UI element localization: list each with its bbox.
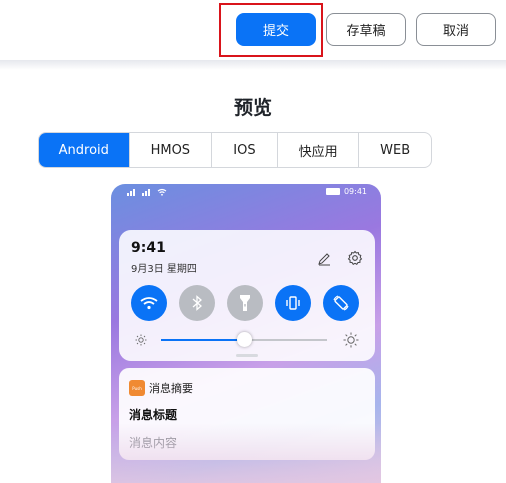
tab-hmos[interactable]: HMOS xyxy=(128,133,212,167)
gear-icon[interactable] xyxy=(347,250,363,266)
push-app-icon-text: Push xyxy=(132,385,142,391)
preview-title: 预览 xyxy=(233,97,272,119)
brightness-fill xyxy=(161,339,244,341)
quick-settings-panel: 9:41 9月3日 星期四 xyxy=(119,230,375,361)
push-app-icon: Push xyxy=(129,380,145,396)
save-draft-button[interactable]: 存草稿 xyxy=(326,13,406,46)
notification-app-name: 消息摘要 xyxy=(149,382,193,395)
qs-date: 9月3日 星期四 xyxy=(131,264,197,275)
cancel-button[interactable]: 取消 xyxy=(416,13,496,46)
notification-title: 消息标题 xyxy=(129,408,178,422)
toolbar-shadow xyxy=(0,60,506,70)
status-time: 09:41 xyxy=(343,187,367,196)
status-bar: 09:41 xyxy=(111,184,381,202)
signal-icon xyxy=(127,189,135,196)
wifi-toggle[interactable] xyxy=(131,285,167,321)
brightness-slider[interactable] xyxy=(131,332,363,348)
tab-web[interactable]: WEB xyxy=(358,133,431,167)
edit-icon[interactable] xyxy=(317,252,331,266)
brightness-high-icon xyxy=(343,332,359,348)
brightness-thumb[interactable] xyxy=(237,332,252,347)
flashlight-icon xyxy=(240,295,250,311)
submit-button[interactable]: 提交 xyxy=(236,13,316,46)
brightness-low-icon xyxy=(135,334,147,346)
phone-preview: 09:41 9:41 9月3日 星期四 Push 消息摘要 消息标题 消息内容 xyxy=(111,184,381,483)
battery-icon xyxy=(325,188,340,195)
platform-tabs: Android HMOS IOS 快应用 WEB xyxy=(38,132,432,168)
signal-icon xyxy=(142,189,150,196)
tab-ios[interactable]: IOS xyxy=(211,133,277,167)
tab-quick-app[interactable]: 快应用 xyxy=(276,133,359,167)
qs-time: 9:41 xyxy=(131,240,166,256)
top-toolbar: 提交 存草稿 取消 xyxy=(0,0,506,60)
tab-android[interactable]: Android xyxy=(39,133,129,167)
notification-card[interactable]: Push 消息摘要 消息标题 消息内容 xyxy=(119,368,375,460)
vibrate-icon xyxy=(286,296,300,310)
wifi-icon xyxy=(140,297,158,310)
bluetooth-toggle[interactable] xyxy=(179,285,215,321)
panel-drag-handle[interactable] xyxy=(236,354,258,357)
flashlight-toggle[interactable] xyxy=(227,285,263,321)
bluetooth-icon xyxy=(192,295,202,311)
auto-rotate-toggle[interactable] xyxy=(323,285,359,321)
wifi-icon xyxy=(157,188,167,196)
rotate-icon xyxy=(333,295,349,311)
vibrate-toggle[interactable] xyxy=(275,285,311,321)
notification-content: 消息内容 xyxy=(129,436,178,450)
